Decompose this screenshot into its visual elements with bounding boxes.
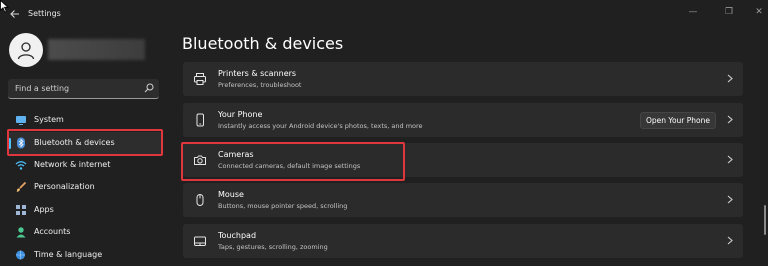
chevron-right-icon (727, 115, 733, 124)
highlight-box-cameras (181, 142, 405, 181)
scrollbar[interactable] (764, 205, 766, 235)
globe-clock-icon (16, 250, 25, 260)
card-title: Touchpad (218, 231, 257, 240)
sidebar-item-apps[interactable]: Apps (8, 199, 163, 221)
maximize-button[interactable]: ❐ (722, 6, 736, 18)
highlight-box-bluetooth (7, 129, 163, 156)
card-subtitle: Instantly access your Android device's p… (218, 122, 423, 130)
page-title: Bluetooth & devices (182, 34, 344, 53)
sidebar-item-label: System (34, 115, 64, 124)
wifi-icon (15, 161, 27, 170)
chevron-right-icon (727, 74, 733, 83)
chevron-right-icon (727, 236, 733, 245)
minimize-button[interactable]: — (686, 6, 700, 18)
card-title: Your Phone (218, 110, 263, 119)
sidebar-item-label: Apps (34, 205, 54, 214)
sidebar-item-label: Personalization (34, 182, 95, 191)
person-icon (16, 227, 26, 238)
chevron-right-icon (727, 195, 733, 204)
card-printers-scanners[interactable]: Printers & scanners Preferences, trouble… (183, 62, 743, 96)
sidebar-item-network[interactable]: Network & internet (8, 154, 163, 176)
card-subtitle: Buttons, mouse pointer speed, scrolling (218, 202, 348, 210)
window-title: Settings (28, 9, 61, 18)
sidebar-item-system[interactable]: System (8, 109, 163, 131)
open-your-phone-button[interactable]: Open Your Phone (640, 112, 716, 129)
chevron-right-icon (727, 155, 733, 164)
card-touchpad[interactable]: Touchpad Taps, gestures, scrolling, zoom… (183, 224, 743, 258)
apps-icon (16, 205, 26, 215)
brush-icon (16, 181, 27, 192)
search-box[interactable] (8, 79, 159, 99)
card-your-phone[interactable]: Your Phone Instantly access your Android… (183, 103, 743, 137)
printer-icon (194, 73, 206, 85)
close-button[interactable]: ✕ (752, 6, 766, 18)
search-input[interactable] (8, 79, 136, 97)
phone-icon (196, 113, 204, 127)
monitor-icon (16, 116, 26, 125)
sidebar-item-time-language[interactable]: Time & language (8, 244, 163, 266)
sidebar-item-accounts[interactable]: Accounts (8, 221, 163, 243)
card-subtitle: Taps, gestures, scrolling, zooming (218, 243, 328, 251)
sidebar-item-label: Accounts (34, 227, 71, 236)
title-bar: Settings — ❐ ✕ (0, 0, 768, 28)
sidebar-item-label: Network & internet (34, 160, 111, 169)
card-subtitle: Preferences, troubleshoot (218, 81, 302, 89)
mouse-icon (196, 194, 204, 206)
search-icon[interactable] (144, 83, 154, 93)
card-title: Mouse (218, 190, 244, 199)
user-icon (17, 42, 35, 60)
back-arrow-icon[interactable] (8, 7, 22, 21)
touchpad-icon (194, 236, 206, 246)
card-mouse[interactable]: Mouse Buttons, mouse pointer speed, scro… (183, 183, 743, 217)
card-title: Printers & scanners (218, 69, 297, 78)
avatar[interactable] (9, 33, 43, 67)
sidebar-item-label: Time & language (34, 250, 103, 259)
sidebar-item-personalization[interactable]: Personalization (8, 176, 163, 198)
user-name-blurred (48, 39, 145, 60)
